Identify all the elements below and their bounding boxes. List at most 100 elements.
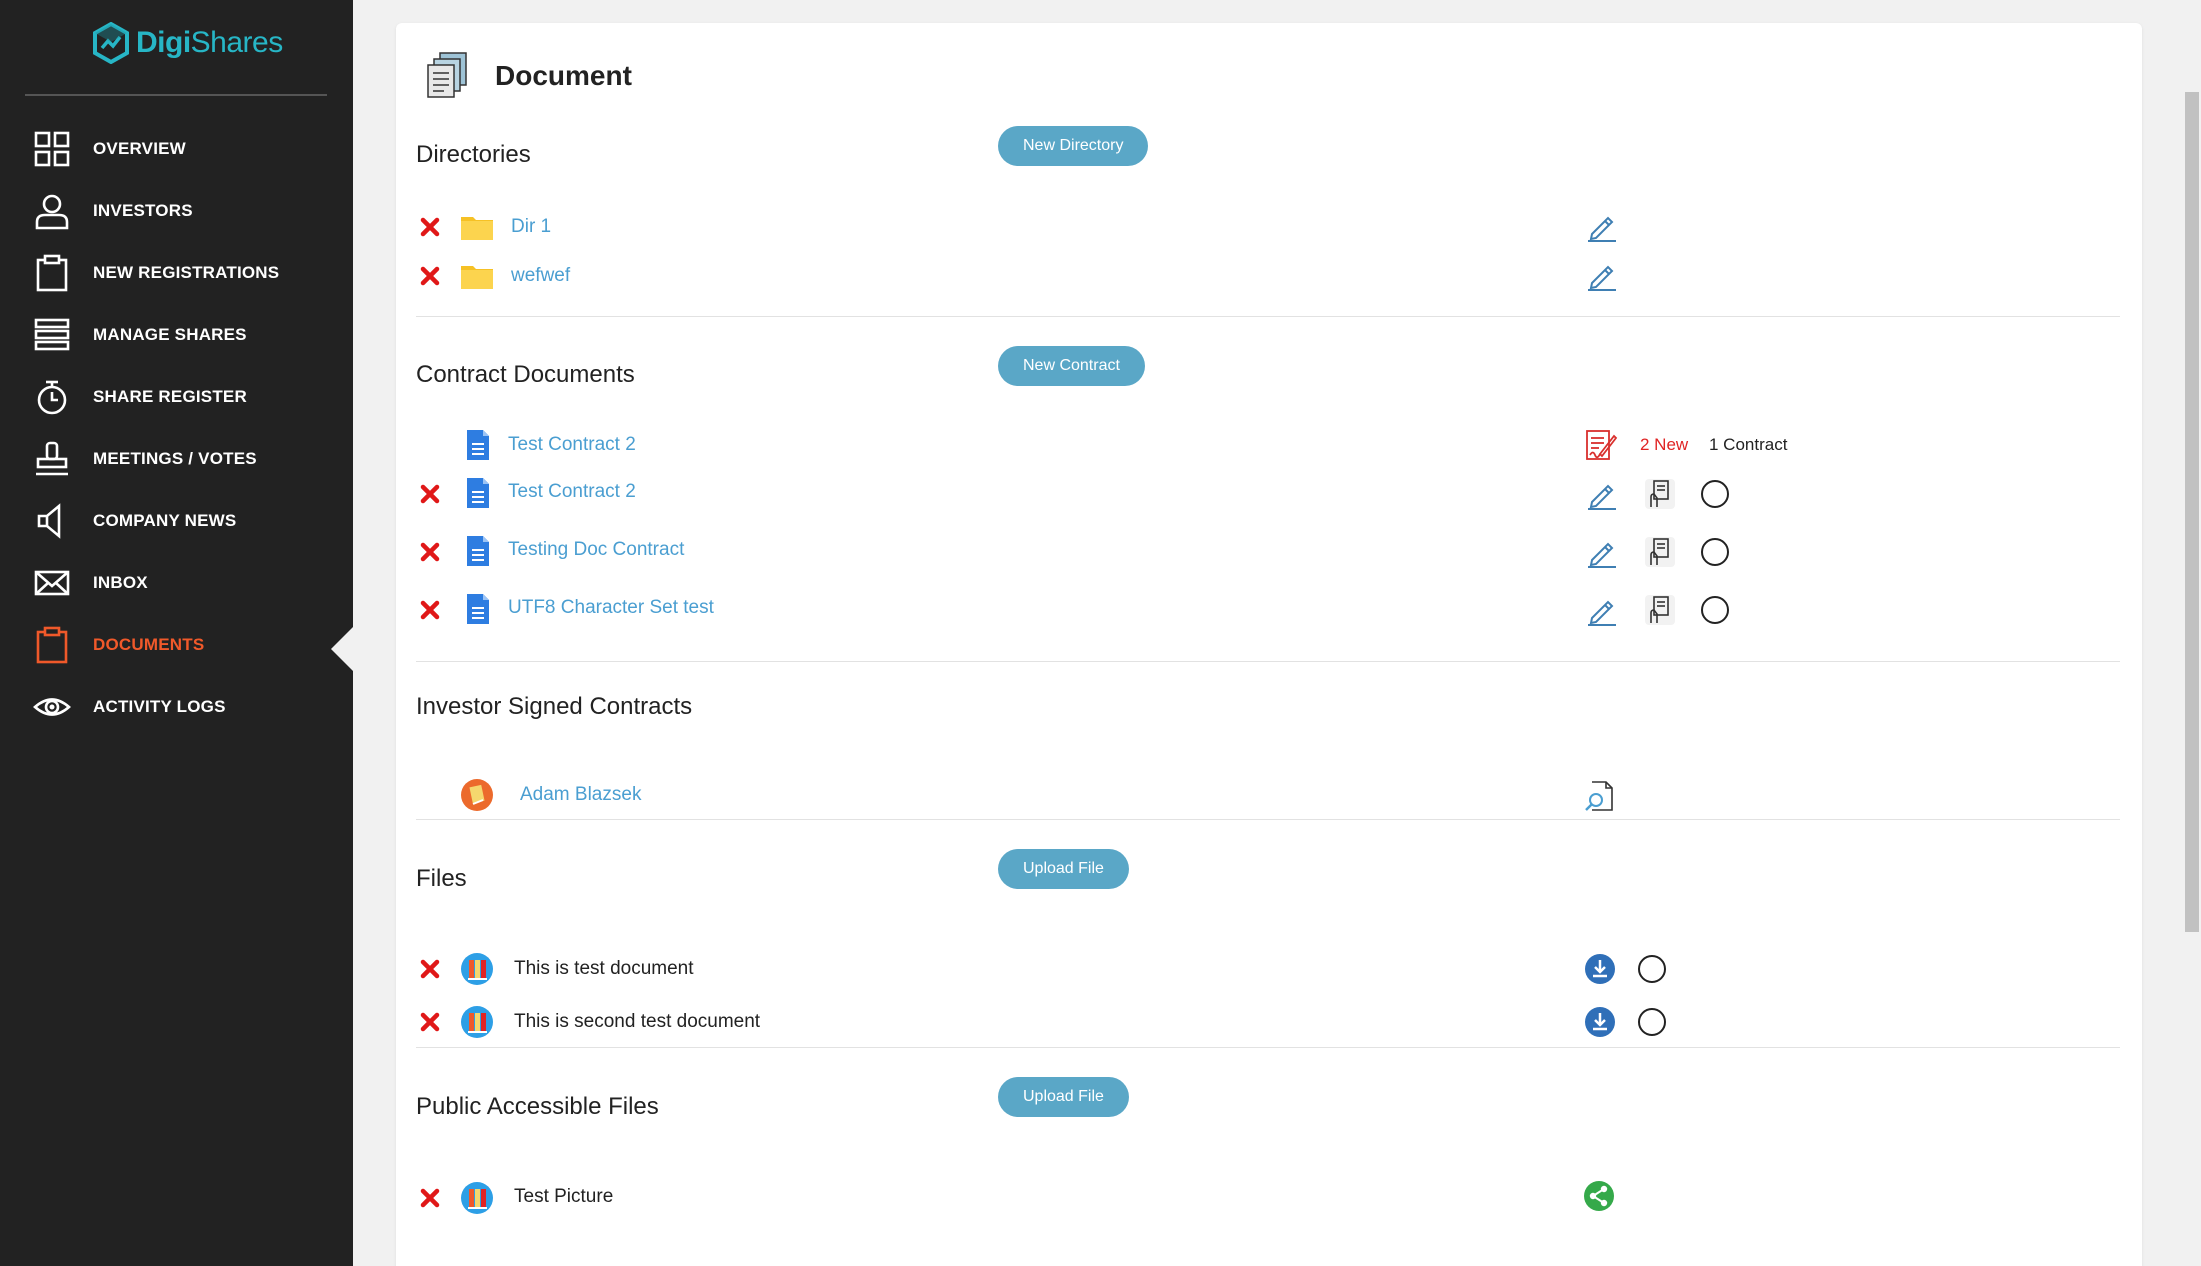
- contract-sign-icon[interactable]: [1584, 428, 1618, 462]
- brand-name: DigiShares: [136, 26, 283, 59]
- scrollbar-thumb[interactable]: [2185, 92, 2199, 932]
- document-card: Document Directories New Directory Dir 1…: [396, 23, 2142, 1266]
- edit-pencil-icon[interactable]: [1585, 259, 1619, 293]
- sidebar-item-investors[interactable]: INVESTORS: [0, 180, 353, 242]
- sidebar-item-label: MEETINGS / VOTES: [93, 449, 257, 468]
- delete-icon[interactable]: [419, 599, 441, 621]
- section-divider: [416, 661, 2120, 662]
- sidebar-item-inbox[interactable]: INBOX: [0, 552, 353, 614]
- delete-icon[interactable]: [419, 1187, 441, 1209]
- contract-link[interactable]: Testing Doc Contract: [508, 539, 684, 561]
- edit-pencil-icon[interactable]: [1585, 210, 1619, 244]
- select-radio[interactable]: [1701, 480, 1729, 508]
- new-contract-button[interactable]: New Contract: [998, 346, 1145, 386]
- file-row[interactable]: This is test document: [416, 949, 2116, 989]
- directory-link[interactable]: Dir 1: [511, 216, 551, 238]
- directory-row[interactable]: Dir 1: [416, 207, 2116, 247]
- file-name: Test Picture: [514, 1186, 614, 1207]
- directory-link[interactable]: wefwef: [511, 265, 570, 287]
- directory-row[interactable]: wefwef: [416, 256, 2116, 296]
- sidebar-item-label: DOCUMENTS: [93, 635, 205, 654]
- sidebar-item-documents[interactable]: DOCUMENTS: [0, 614, 353, 676]
- upload-public-file-button[interactable]: Upload File: [998, 1077, 1129, 1117]
- sidebar-item-meetings-votes[interactable]: MEETINGS / VOTES: [0, 428, 353, 490]
- view-document-icon[interactable]: [1582, 779, 1616, 813]
- signed-contract-row[interactable]: Adam Blazsek: [416, 775, 2116, 815]
- download-icon[interactable]: [1583, 952, 1617, 986]
- public-file-row[interactable]: Test Picture: [416, 1178, 2116, 1218]
- delete-icon[interactable]: [419, 541, 441, 563]
- contract-row[interactable]: UTF8 Character Set test: [416, 590, 2116, 630]
- grid-icon: [32, 129, 72, 169]
- sidebar: DigiShares OVERVIEW INVESTORS NEW REGIST…: [0, 0, 353, 1266]
- sidebar-item-label: INVESTORS: [93, 201, 193, 220]
- file-name: This is test document: [514, 958, 694, 979]
- select-radio[interactable]: [1701, 596, 1729, 624]
- file-binders-icon: [461, 1182, 493, 1214]
- section-divider: [416, 1047, 2120, 1048]
- file-row[interactable]: This is second test document: [416, 1002, 2116, 1042]
- documents-stack-icon: [427, 52, 467, 98]
- delete-icon[interactable]: [419, 958, 441, 980]
- investor-avatar-icon: [461, 779, 493, 811]
- delete-icon[interactable]: [419, 216, 441, 238]
- document-icon: [467, 536, 489, 566]
- investor-link[interactable]: Adam Blazsek: [520, 784, 641, 806]
- contracts-title: Contract Documents: [416, 361, 635, 388]
- active-indicator: [331, 627, 353, 671]
- contract-row[interactable]: Testing Doc Contract: [416, 532, 2116, 572]
- select-radio[interactable]: [1701, 538, 1729, 566]
- megaphone-icon: [32, 501, 72, 541]
- sidebar-item-label: NEW REGISTRATIONS: [93, 263, 280, 282]
- upload-file-button[interactable]: Upload File: [998, 849, 1129, 889]
- brand-logo[interactable]: DigiShares: [92, 18, 283, 68]
- digishares-logo-icon: [93, 22, 129, 64]
- page-scrollbar[interactable]: [2183, 0, 2201, 1266]
- sidebar-item-label: OVERVIEW: [93, 139, 186, 158]
- contract-link[interactable]: Test Contract 2: [508, 481, 636, 503]
- folder-icon: [461, 217, 493, 240]
- page-title: Document: [495, 60, 632, 91]
- sign-document-icon[interactable]: [1643, 535, 1677, 569]
- share-icon[interactable]: [1582, 1179, 1616, 1213]
- file-name: This is second test document: [514, 1011, 761, 1032]
- sidebar-item-new-registrations[interactable]: NEW REGISTRATIONS: [0, 242, 353, 304]
- contract-summary-row[interactable]: Test Contract 2 2 New 1 Contract: [416, 426, 2116, 466]
- sidebar-nav: OVERVIEW INVESTORS NEW REGISTRATIONS MAN…: [0, 118, 353, 738]
- eye-icon: [32, 687, 72, 727]
- sign-document-icon[interactable]: [1643, 593, 1677, 627]
- new-directory-button[interactable]: New Directory: [998, 126, 1149, 166]
- delete-icon[interactable]: [419, 483, 441, 505]
- sign-document-icon[interactable]: [1643, 477, 1677, 511]
- user-icon: [32, 191, 72, 231]
- contract-link[interactable]: Test Contract 2: [508, 434, 636, 456]
- sidebar-item-label: COMPANY NEWS: [93, 511, 237, 530]
- contract-row[interactable]: Test Contract 2: [416, 474, 2116, 514]
- select-radio[interactable]: [1638, 955, 1666, 983]
- clipboard-icon: [32, 253, 72, 293]
- edit-pencil-icon[interactable]: [1585, 594, 1619, 628]
- select-radio[interactable]: [1638, 1008, 1666, 1036]
- download-icon[interactable]: [1583, 1005, 1617, 1039]
- edit-pencil-icon[interactable]: [1585, 536, 1619, 570]
- public-files-title: Public Accessible Files: [416, 1093, 659, 1120]
- sidebar-item-overview[interactable]: OVERVIEW: [0, 118, 353, 180]
- delete-icon[interactable]: [419, 1011, 441, 1033]
- section-divider: [416, 316, 2120, 317]
- new-count-badge: 2 New: [1640, 435, 1689, 454]
- contract-link[interactable]: UTF8 Character Set test: [508, 597, 714, 619]
- sidebar-item-label: MANAGE SHARES: [93, 325, 247, 344]
- sidebar-item-manage-shares[interactable]: MANAGE SHARES: [0, 304, 353, 366]
- document-icon: [467, 594, 489, 624]
- delete-icon[interactable]: [419, 265, 441, 287]
- document-icon: [467, 478, 489, 508]
- file-binders-icon: [461, 1006, 493, 1038]
- section-divider: [416, 819, 2120, 820]
- sidebar-item-label: ACTIVITY LOGS: [93, 697, 226, 716]
- list-icon: [32, 315, 72, 355]
- sidebar-item-label: INBOX: [93, 573, 148, 592]
- sidebar-item-company-news[interactable]: COMPANY NEWS: [0, 490, 353, 552]
- edit-pencil-icon[interactable]: [1585, 478, 1619, 512]
- sidebar-item-activity-logs[interactable]: ACTIVITY LOGS: [0, 676, 353, 738]
- sidebar-item-share-register[interactable]: SHARE REGISTER: [0, 366, 353, 428]
